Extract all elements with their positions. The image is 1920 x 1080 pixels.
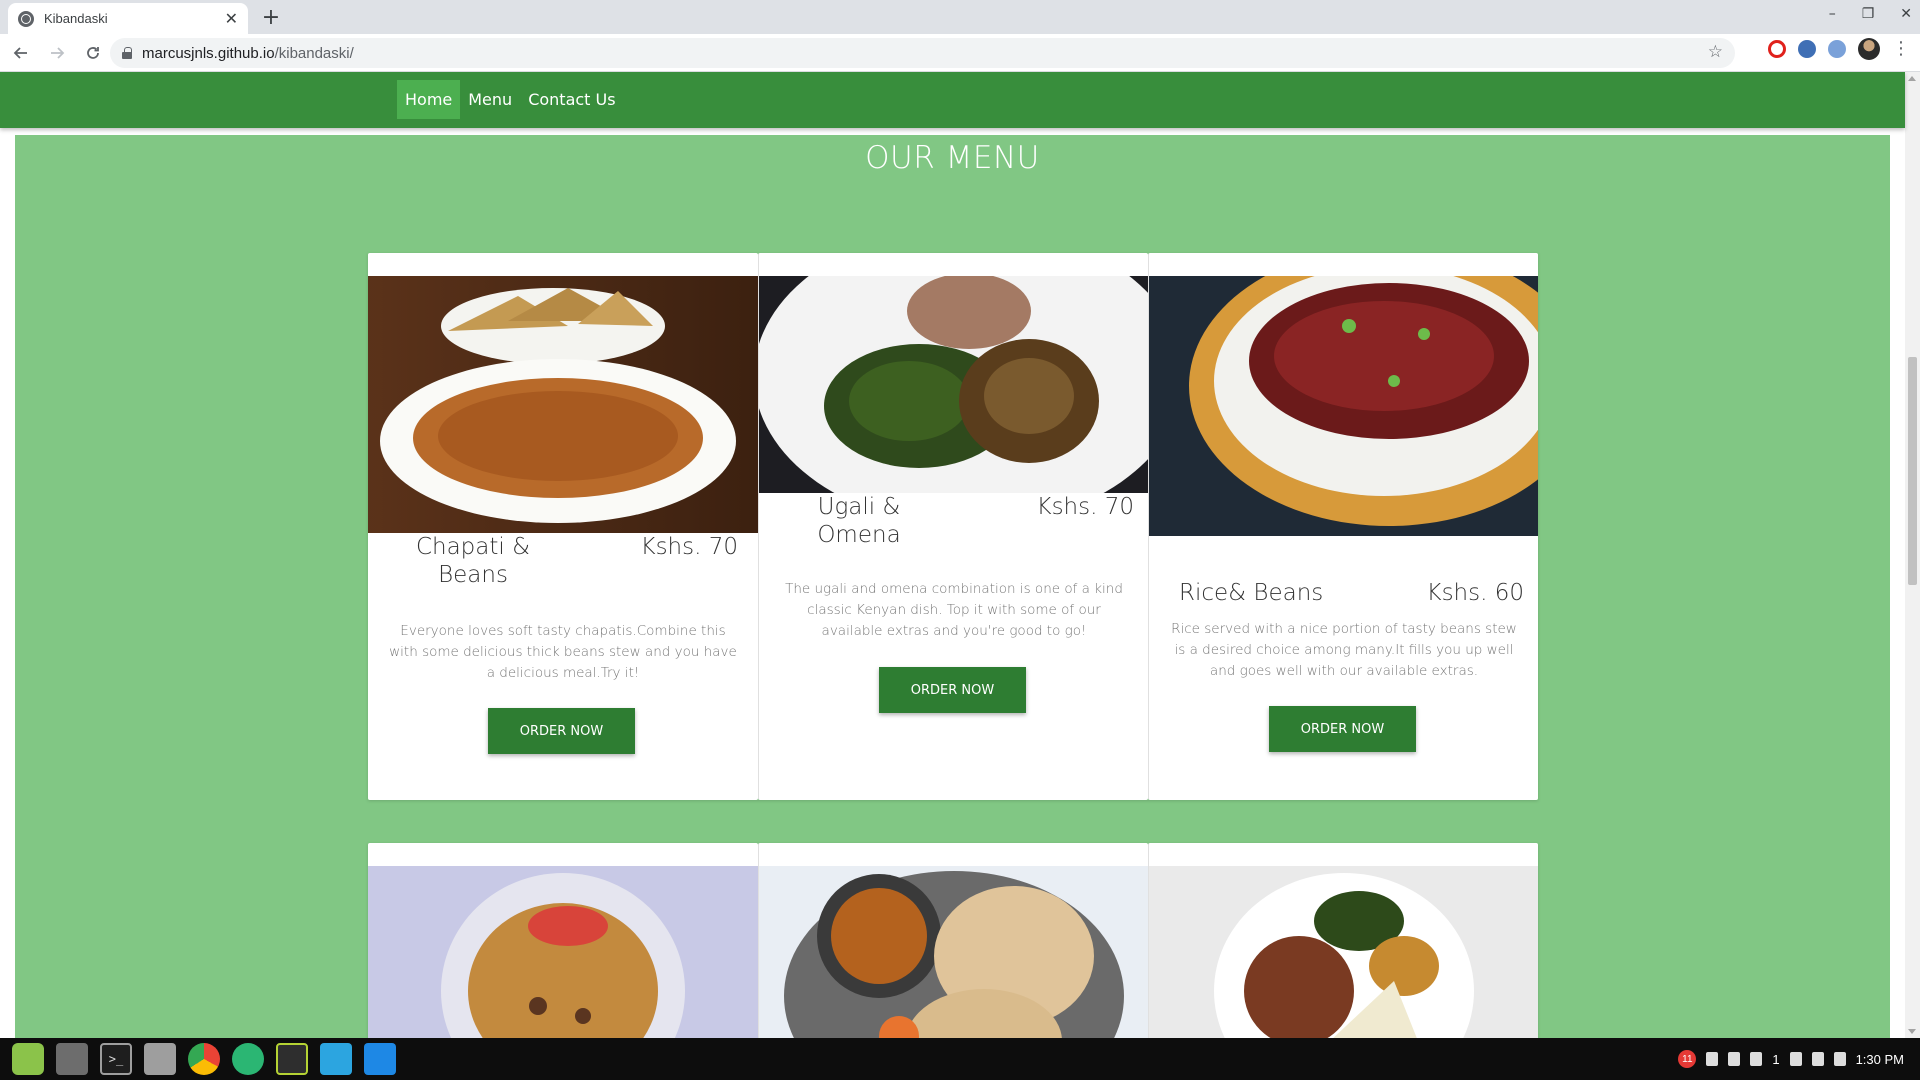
menu-card-chapati-stew	[758, 843, 1148, 1038]
window-controls: – ❐ ✕	[1829, 6, 1912, 22]
chapati-beans-image	[368, 276, 758, 533]
dish-description: Rice served with a nice portion of tasty…	[1171, 621, 1517, 679]
nav-links: Home Menu Contact Us	[397, 80, 624, 119]
notification-badge[interactable]: 11	[1678, 1050, 1697, 1068]
order-now-button[interactable]: ORDER NOW	[488, 708, 635, 754]
page-viewport: Home Menu Contact Us OUR MENU Chapati & …	[0, 72, 1920, 1038]
terminal-icon[interactable]: >_	[100, 1043, 132, 1075]
browser-tab[interactable]: Kibandaski ✕	[8, 3, 248, 34]
spotify-icon[interactable]	[276, 1043, 308, 1075]
clock[interactable]: 1:30 PM	[1856, 1052, 1904, 1067]
files-icon[interactable]	[144, 1043, 176, 1075]
tab-strip: Kibandaski ✕ + – ❐ ✕	[0, 0, 1920, 34]
wifi-icon[interactable]	[1789, 1052, 1802, 1066]
restore-button[interactable]: ❐	[1862, 6, 1875, 22]
profile-avatar[interactable]	[1858, 38, 1880, 60]
dish-description: The ugali and omena combination is one o…	[785, 581, 1123, 639]
system-tray: 11 1 1:30 PM	[1678, 1038, 1904, 1080]
atom-icon[interactable]	[232, 1043, 264, 1075]
menu-section: OUR MENU Chapati & Beans Kshs. 70 Everyo…	[15, 135, 1890, 1038]
url-host: marcusjnls.github.io	[142, 44, 275, 62]
globe-icon	[18, 10, 34, 27]
battery-icon[interactable]	[1833, 1052, 1846, 1066]
scroll-up-arrow-icon[interactable]	[1908, 76, 1916, 81]
page-scrollbar[interactable]	[1905, 72, 1920, 1038]
extensions-area: ⋮	[1768, 38, 1910, 60]
menu-card-ugali-omena: Ugali & Omena Kshs. 70 The ugali and ome…	[758, 253, 1148, 800]
extension-icon[interactable]	[1798, 40, 1816, 58]
extension-icon[interactable]	[1828, 40, 1846, 58]
dish-price: Kshs. 70	[640, 534, 738, 560]
scroll-thumb[interactable]	[1908, 357, 1917, 585]
order-now-button[interactable]: ORDER NOW	[1269, 706, 1416, 752]
dish-description: Everyone loves soft tasty chapatis.Combi…	[389, 623, 737, 681]
menu-card-row	[368, 843, 1538, 1038]
reload-button[interactable]	[78, 38, 108, 68]
chapati-stew-image	[759, 866, 1148, 1038]
close-tab-icon[interactable]: ✕	[225, 10, 238, 27]
chrome-icon[interactable]	[188, 1043, 220, 1075]
shield-icon[interactable]	[1706, 1052, 1719, 1066]
url-path: /kibandaski/	[274, 44, 354, 62]
dish-name: Rice& Beans	[1179, 580, 1324, 606]
nav-contact[interactable]: Contact Us	[520, 80, 623, 119]
order-now-button[interactable]: ORDER NOW	[879, 667, 1026, 713]
address-bar[interactable]: marcusjnls.github.io/kibandaski/ ☆	[110, 38, 1735, 68]
minimize-button[interactable]: –	[1829, 6, 1836, 22]
show-desktop-icon[interactable]	[56, 1043, 88, 1075]
url-text[interactable]: marcusjnls.github.io/kibandaski/	[142, 45, 354, 62]
bookmark-star-icon[interactable]: ☆	[1708, 42, 1723, 62]
section-title: OUR MENU	[865, 140, 1040, 176]
close-window-button[interactable]: ✕	[1900, 6, 1912, 22]
scroll-down-arrow-icon[interactable]	[1908, 1029, 1916, 1034]
arrow-right-icon	[51, 46, 65, 59]
nav-home[interactable]: Home	[397, 80, 461, 119]
bluetooth-icon[interactable]	[1728, 1052, 1741, 1066]
tab-title: Kibandaski	[44, 11, 108, 26]
notification-bell-icon[interactable]	[1750, 1052, 1763, 1066]
ugali-omena-image	[759, 276, 1148, 493]
more-menu-icon[interactable]: ⋮	[1892, 40, 1910, 58]
telegram-icon[interactable]	[320, 1043, 352, 1075]
menu-card-chapati-beans: Chapati & Beans Kshs. 70 Everyone loves …	[368, 253, 758, 800]
reload-icon	[87, 46, 99, 59]
menu-card-row: Chapati & Beans Kshs. 70 Everyone loves …	[368, 253, 1538, 800]
nav-menu[interactable]: Menu	[460, 80, 520, 119]
new-tab-button[interactable]: +	[258, 4, 284, 30]
forward-button[interactable]	[42, 38, 72, 68]
dish-name: Chapati & Beans	[415, 534, 531, 588]
workspace-number[interactable]: 1	[1772, 1052, 1779, 1067]
arrow-left-icon	[13, 46, 27, 59]
rice-beans-image	[1149, 276, 1538, 536]
back-button[interactable]	[6, 38, 36, 68]
site-navbar: Home Menu Contact Us	[0, 72, 1905, 128]
opera-extension-icon[interactable]	[1768, 40, 1786, 58]
dish-price: Kshs. 60	[1426, 580, 1524, 606]
menu-card-pilau	[368, 843, 758, 1038]
browser-toolbar: marcusjnls.github.io/kibandaski/ ☆ ⋮	[0, 34, 1920, 72]
pilau-image	[368, 866, 758, 1038]
music-note-icon[interactable]	[1811, 1052, 1824, 1066]
dish-price: Kshs. 70	[1036, 494, 1134, 520]
mint-menu-icon[interactable]	[12, 1043, 44, 1075]
menu-card-ugali-beef	[1148, 843, 1538, 1038]
vscode-icon[interactable]	[364, 1043, 396, 1075]
card-header: Rice& Beans Kshs. 60	[1179, 579, 1524, 607]
menu-card-rice-beans: Rice& Beans Kshs. 60 Rice served with a …	[1148, 253, 1538, 800]
card-header: Ugali & Omena Kshs. 70	[799, 493, 1134, 549]
os-taskbar: >_ 11 1 1:30 PM	[0, 1038, 1920, 1080]
dish-name: Ugali & Omena	[817, 494, 901, 548]
card-header: Chapati & Beans Kshs. 70	[408, 533, 738, 589]
ugali-beef-image	[1149, 866, 1538, 1038]
lock-icon[interactable]	[122, 47, 132, 59]
